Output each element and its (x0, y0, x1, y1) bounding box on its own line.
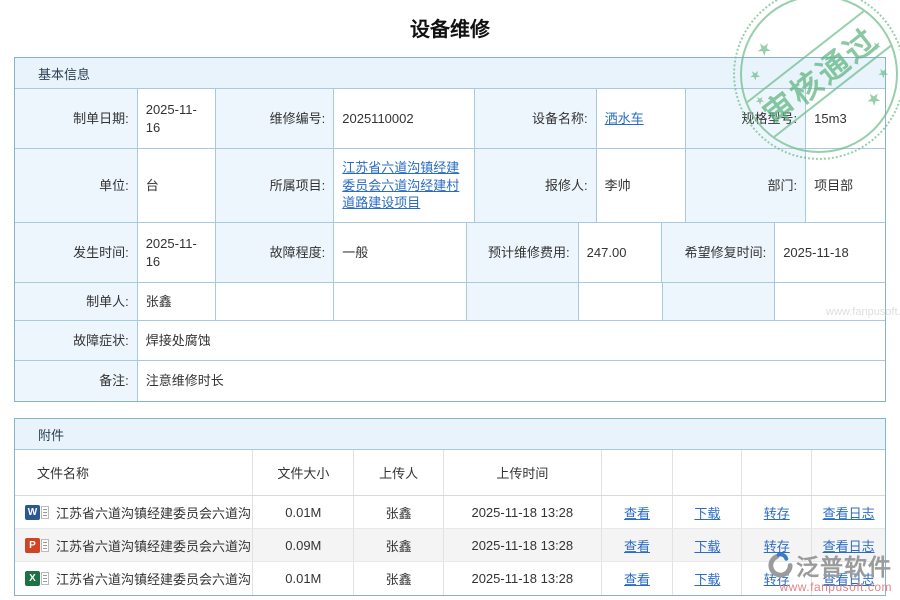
brand-url: www.fanpusoft.com (767, 580, 892, 594)
field-label-make-date: 制单日期: (15, 89, 138, 149)
field-label-spec-model: 规格型号: (686, 89, 806, 149)
file-uploader: 张鑫 (354, 529, 444, 561)
col-header-upload-time: 上传时间 (444, 450, 602, 495)
field-label-department: 部门: (686, 149, 806, 223)
field-label-device-name: 设备名称: (475, 89, 597, 149)
file-name: 江苏省六道沟镇经建委员会六道沟 (56, 569, 251, 588)
basic-info-row: 制单人: 张鑫 (15, 283, 885, 321)
file-name: 江苏省六道沟镇经建委员会六道沟 (56, 503, 251, 522)
empty-cell (216, 283, 335, 321)
field-value-unit: 台 (138, 149, 216, 223)
watermark-url: www.fanpusoft.com (826, 306, 900, 318)
view-link[interactable]: 查看 (624, 503, 650, 522)
powerpoint-file-icon: P (25, 538, 49, 553)
file-upload-time: 2025-11-18 13:28 (444, 496, 602, 528)
file-name-cell: P 江苏省六道沟镇经建委员会六道沟 (15, 529, 253, 561)
basic-info-row: 备注: 注意维修时长 (15, 361, 885, 401)
view-log-link[interactable]: 查看日志 (823, 503, 875, 522)
field-value-department: 项目部 (806, 149, 885, 223)
field-label-remark: 备注: (15, 361, 138, 401)
field-value-expect-fix-time: 2025-11-18 (775, 223, 885, 283)
file-size: 0.01M (253, 562, 354, 595)
col-header-action (742, 450, 812, 495)
field-label-occur-time: 发生时间: (15, 223, 138, 283)
field-value-repair-no: 2025110002 (334, 89, 475, 149)
field-value-occur-time: 2025-11-16 (138, 223, 216, 283)
col-header-action (602, 450, 674, 495)
field-value-spec-model: 15m3 (806, 89, 885, 149)
file-uploader: 张鑫 (354, 562, 444, 595)
field-label-project: 所属项目: (216, 149, 335, 223)
basic-info-section-title: 基本信息 (15, 58, 885, 89)
attachments-section-title: 附件 (15, 419, 885, 450)
field-value-fault-symptom: 焊接处腐蚀 (138, 321, 885, 361)
file-name-cell: X 江苏省六道沟镇经建委员会六道沟 (15, 562, 253, 595)
download-link[interactable]: 下载 (694, 536, 720, 555)
attachments-section: 附件 文件名称 文件大小 上传人 上传时间 W 江苏省六道沟镇经建委员会六道沟 … (14, 418, 886, 596)
attachment-row: X 江苏省六道沟镇经建委员会六道沟 0.01M 张鑫 2025-11-18 13… (15, 562, 885, 595)
field-label-reporter: 报修人: (475, 149, 597, 223)
field-label-unit: 单位: (15, 149, 138, 223)
field-value-maker: 张鑫 (138, 283, 216, 321)
empty-cell (467, 283, 579, 321)
attachments-header-row: 文件名称 文件大小 上传人 上传时间 (15, 450, 885, 496)
file-size: 0.09M (253, 529, 354, 561)
field-label-expect-fix-time: 希望修复时间: (662, 223, 775, 283)
device-name-link[interactable]: 洒水车 (605, 110, 644, 128)
excel-file-icon: X (25, 571, 49, 586)
basic-info-row: 制单日期: 2025-11-16 维修编号: 2025110002 设备名称: … (15, 89, 885, 149)
project-link[interactable]: 江苏省六道沟镇经建委员会六道沟经建村道路建设项目 (342, 159, 466, 212)
view-link[interactable]: 查看 (624, 536, 650, 555)
file-uploader: 张鑫 (354, 496, 444, 528)
file-upload-time: 2025-11-18 13:28 (444, 529, 602, 561)
field-label-fault-symptom: 故障症状: (15, 321, 138, 361)
page-title: 设备维修 (0, 0, 900, 44)
download-link[interactable]: 下载 (694, 569, 720, 588)
view-link[interactable]: 查看 (624, 569, 650, 588)
col-header-action (673, 450, 742, 495)
field-value-make-date: 2025-11-16 (138, 89, 216, 149)
basic-info-row: 故障症状: 焊接处腐蚀 (15, 321, 885, 361)
basic-info-section: 基本信息 制单日期: 2025-11-16 维修编号: 2025110002 设… (14, 57, 886, 402)
download-link[interactable]: 下载 (694, 503, 720, 522)
basic-info-row: 单位: 台 所属项目: 江苏省六道沟镇经建委员会六道沟经建村道路建设项目 报修人… (15, 149, 885, 223)
col-header-file-size: 文件大小 (253, 450, 354, 495)
basic-info-row: 发生时间: 2025-11-16 故障程度: 一般 预计维修费用: 247.00… (15, 223, 885, 283)
field-value-est-cost: 247.00 (579, 223, 663, 283)
field-value-reporter: 李帅 (597, 149, 687, 223)
field-label-repair-no: 维修编号: (216, 89, 335, 149)
empty-cell (334, 283, 467, 321)
col-header-uploader: 上传人 (354, 450, 444, 495)
attachment-row: P 江苏省六道沟镇经建委员会六道沟 0.09M 张鑫 2025-11-18 13… (15, 529, 885, 562)
file-upload-time: 2025-11-18 13:28 (444, 562, 602, 595)
empty-cell (663, 283, 776, 321)
attachment-row: W 江苏省六道沟镇经建委员会六道沟 0.01M 张鑫 2025-11-18 13… (15, 496, 885, 529)
fanpu-logo-icon (767, 552, 794, 579)
brand-name: 泛普软件 (796, 548, 892, 582)
word-file-icon: W (25, 505, 49, 520)
fanpu-brand: 泛普软件 www.fanpusoft.com (767, 548, 892, 594)
col-header-action (812, 450, 885, 495)
field-value-fault-level: 一般 (334, 223, 467, 283)
file-size: 0.01M (253, 496, 354, 528)
file-name-cell: W 江苏省六道沟镇经建委员会六道沟 (15, 496, 253, 528)
field-value-remark: 注意维修时长 (138, 361, 885, 401)
field-value-project: 江苏省六道沟镇经建委员会六道沟经建村道路建设项目 (334, 149, 475, 223)
field-value-device-name: 洒水车 (597, 89, 687, 149)
field-label-maker: 制单人: (15, 283, 138, 321)
empty-cell (579, 283, 663, 321)
field-label-est-cost: 预计维修费用: (467, 223, 579, 283)
transfer-link[interactable]: 转存 (764, 503, 790, 522)
col-header-file-name: 文件名称 (15, 450, 253, 495)
field-label-fault-level: 故障程度: (216, 223, 335, 283)
page: 设备维修 ★ ★ ★ ★ ★ ★ 审核通过 基本信息 制单日期: 2025-11… (0, 0, 900, 600)
file-name: 江苏省六道沟镇经建委员会六道沟 (56, 536, 251, 555)
